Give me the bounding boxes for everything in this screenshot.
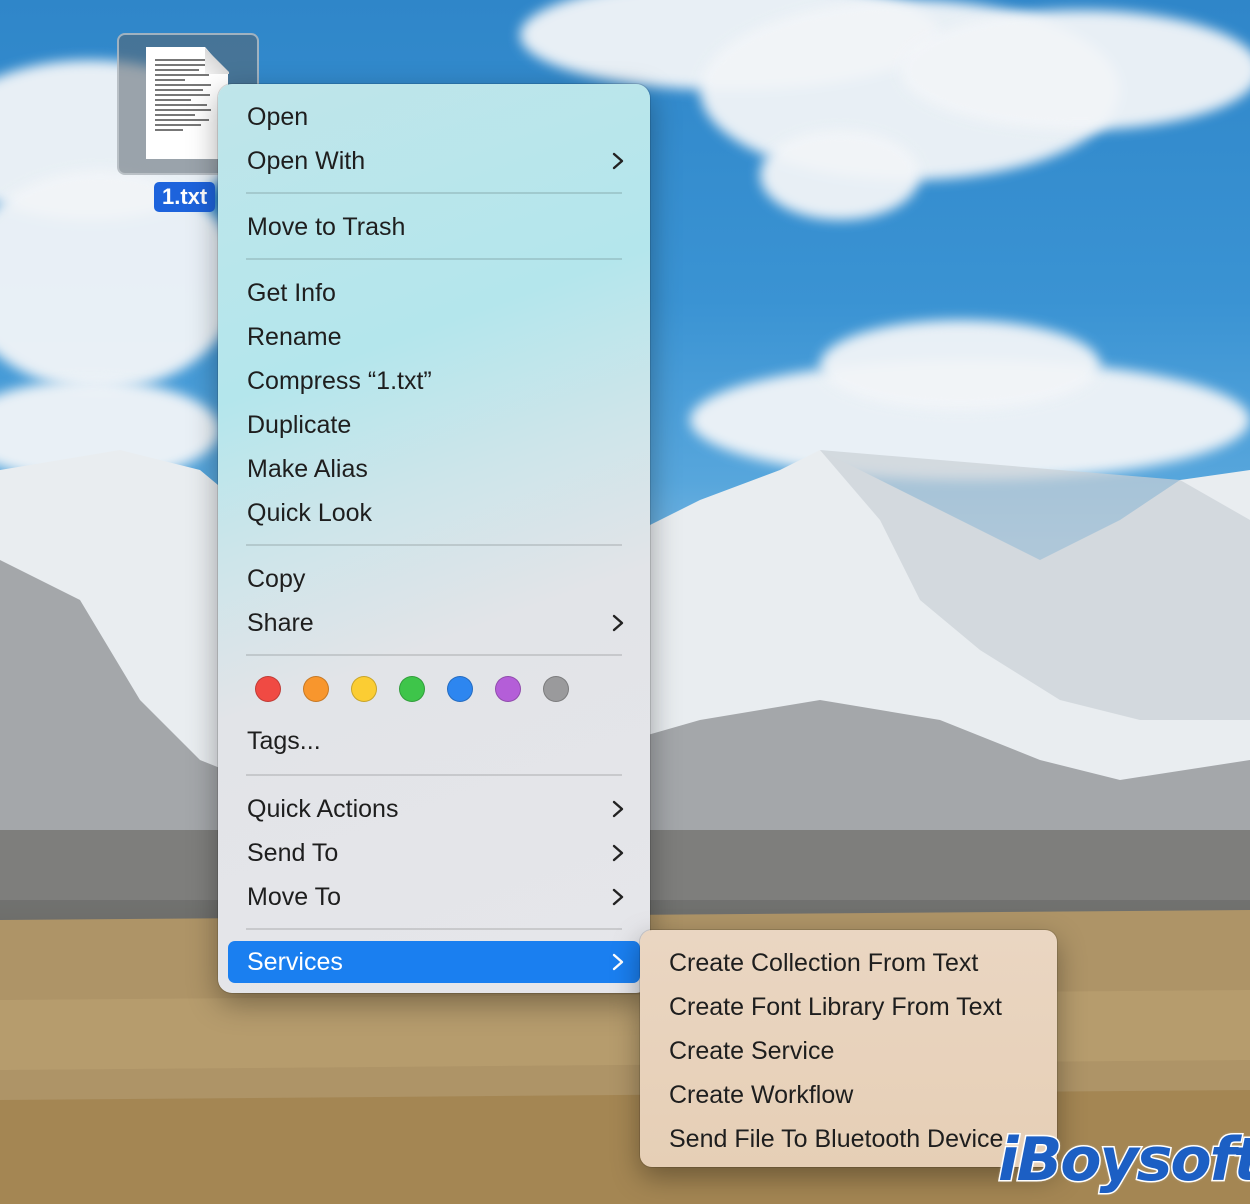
chevron-right-icon <box>612 800 624 818</box>
chevron-right-icon <box>612 844 624 862</box>
tag-gray-dot[interactable] <box>543 676 569 702</box>
menu-item-send-to[interactable]: Send To <box>228 833 640 873</box>
chevron-right-icon <box>612 152 624 170</box>
menu-item-copy[interactable]: Copy <box>228 559 640 599</box>
chevron-right-icon <box>612 614 624 632</box>
menu-item-open[interactable]: Open <box>228 97 640 137</box>
tag-orange-dot[interactable] <box>303 676 329 702</box>
menu-divider <box>246 654 622 656</box>
menu-divider <box>246 258 622 260</box>
menu-item-make-alias[interactable]: Make Alias <box>228 449 640 489</box>
menu-divider <box>246 192 622 194</box>
chevron-right-icon <box>612 953 624 971</box>
submenu-item-create-collection[interactable]: Create Collection From Text <box>650 943 1047 983</box>
services-submenu: Create Collection From Text Create Font … <box>640 930 1057 1167</box>
menu-item-compress[interactable]: Compress “1.txt” <box>228 361 640 401</box>
tag-red-dot[interactable] <box>255 676 281 702</box>
submenu-item-create-service[interactable]: Create Service <box>650 1031 1047 1071</box>
menu-item-tags[interactable]: Tags... <box>228 721 640 761</box>
menu-item-get-info[interactable]: Get Info <box>228 273 640 313</box>
menu-item-services[interactable]: Services <box>228 941 640 983</box>
menu-item-open-with[interactable]: Open With <box>228 141 640 181</box>
file-name-label[interactable]: 1.txt <box>154 182 216 212</box>
tag-blue-dot[interactable] <box>447 676 473 702</box>
tag-purple-dot[interactable] <box>495 676 521 702</box>
tag-yellow-dot[interactable] <box>351 676 377 702</box>
menu-divider <box>246 928 622 930</box>
tag-green-dot[interactable] <box>399 676 425 702</box>
submenu-item-create-workflow[interactable]: Create Workflow <box>650 1075 1047 1115</box>
menu-divider <box>246 774 622 776</box>
submenu-item-create-font-library[interactable]: Create Font Library From Text <box>650 987 1047 1027</box>
menu-item-share[interactable]: Share <box>228 603 640 643</box>
menu-item-duplicate[interactable]: Duplicate <box>228 405 640 445</box>
menu-item-rename[interactable]: Rename <box>228 317 640 357</box>
chevron-right-icon <box>612 888 624 906</box>
menu-item-quick-actions[interactable]: Quick Actions <box>228 789 640 829</box>
menu-item-move-to[interactable]: Move To <box>228 877 640 917</box>
menu-item-move-to-trash[interactable]: Move to Trash <box>228 207 640 247</box>
context-menu: Open Open With Move to Trash Get Info Re… <box>218 84 650 993</box>
menu-divider <box>246 544 622 546</box>
watermark-logo: iBoysoft <box>996 1124 1250 1197</box>
submenu-item-send-file-bluetooth[interactable]: Send File To Bluetooth Device <box>650 1119 1047 1159</box>
menu-item-quick-look[interactable]: Quick Look <box>228 493 640 533</box>
